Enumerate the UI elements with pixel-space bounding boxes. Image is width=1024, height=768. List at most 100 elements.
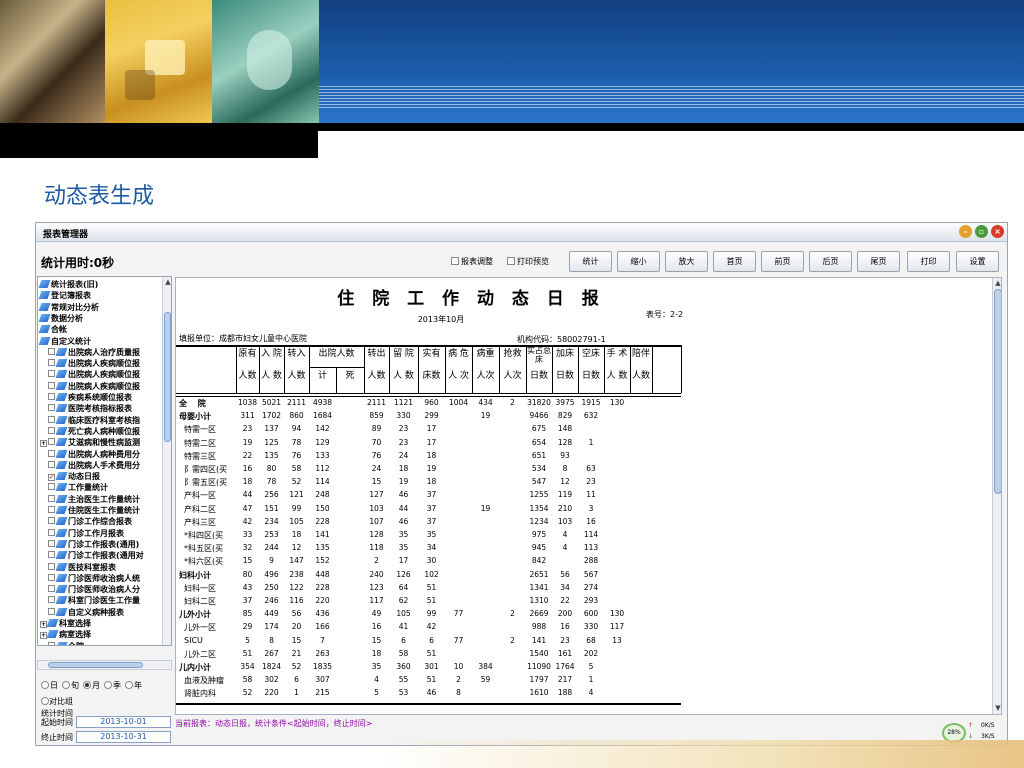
tree-item[interactable]: 合帐 <box>38 324 67 335</box>
tree-item[interactable]: 死亡病人病种顺位报 <box>48 426 140 437</box>
tree-item[interactable]: 主治医生工作量统计 <box>48 494 140 505</box>
tree-item[interactable]: 数据分析 <box>38 313 83 324</box>
tree-checkbox[interactable] <box>48 641 55 645</box>
tree-item[interactable]: 疾病系统顺位报表 <box>48 392 132 403</box>
tree-checkbox[interactable] <box>48 438 55 446</box>
tree-checkbox[interactable] <box>48 528 55 536</box>
tree-checkbox[interactable] <box>48 426 55 434</box>
tree-checkbox[interactable] <box>48 460 55 468</box>
radio-icon[interactable] <box>83 681 91 689</box>
last-page-button[interactable]: 尾页 <box>857 251 900 272</box>
tree-item[interactable]: 常规对比分析 <box>38 302 99 313</box>
tree-item[interactable]: 门诊工作报表(通用) <box>48 539 139 550</box>
period-option-2[interactable]: 月 <box>83 681 100 690</box>
tree-checkbox[interactable]: ✓ <box>48 474 55 482</box>
tree-item[interactable]: + 病室选择 <box>40 629 91 640</box>
tree-item[interactable]: 登记簿报表 <box>38 290 91 301</box>
tree-item[interactable]: 出院病人病种费用分 <box>48 449 140 460</box>
tree-checkbox[interactable] <box>48 404 55 412</box>
print-button[interactable]: 打印 <box>907 251 950 272</box>
tree-item[interactable]: 科室门诊医生工作量 <box>48 595 140 606</box>
tree-checkbox[interactable] <box>48 573 55 581</box>
zoom-in-button[interactable]: 放大 <box>665 251 708 272</box>
tree-item[interactable]: 统计报表(旧) <box>38 279 98 290</box>
tree-item[interactable]: 医技科室报表 <box>48 562 116 573</box>
tree-checkbox[interactable] <box>48 562 55 570</box>
tree-scroll-thumb[interactable] <box>164 312 171 442</box>
tree-item[interactable]: 出院病人治疗质量报 <box>48 347 140 358</box>
close-icon[interactable]: × <box>991 225 1004 238</box>
report-folder-icon <box>38 313 51 322</box>
tree-item[interactable]: 出院病人疾病顺位报 <box>48 381 140 392</box>
period-option-3[interactable]: 季 <box>104 681 121 690</box>
tree-hscroll-thumb[interactable] <box>48 662 143 668</box>
tree-checkbox[interactable] <box>48 517 55 525</box>
tree-item[interactable]: 临床医疗科室考核指 <box>48 415 140 426</box>
tree-checkbox[interactable] <box>48 483 55 491</box>
period-option-1[interactable]: 旬 <box>62 681 79 690</box>
radio-icon[interactable] <box>41 681 49 689</box>
tree-checkbox[interactable] <box>48 381 55 389</box>
scroll-up-icon[interactable]: ▲ <box>164 278 171 287</box>
tree-checkbox[interactable] <box>48 370 55 378</box>
tree-item[interactable]: 门诊工作综合报表 <box>48 516 132 527</box>
window-titlebar[interactable]: 报表管理器 – ▫ × <box>36 223 1007 242</box>
tree-item[interactable]: 自定义统计 <box>38 336 91 347</box>
tree-item[interactable]: 门诊医师收治病人统 <box>48 573 140 584</box>
tree-item[interactable]: 门诊工作月报表 <box>48 528 124 539</box>
tree-checkbox[interactable] <box>48 585 55 593</box>
start-date-input[interactable]: 2013-10-01 <box>76 716 171 728</box>
report-vertical-scrollbar[interactable]: ▲ ▼ <box>992 278 1001 714</box>
tree-checkbox[interactable] <box>48 494 55 502</box>
first-page-button[interactable]: 首页 <box>713 251 756 272</box>
tree-item[interactable]: 住院医生工作量统计 <box>48 505 140 516</box>
tree-checkbox[interactable] <box>48 415 55 423</box>
zoom-out-button[interactable]: 缩小 <box>617 251 660 272</box>
scroll-down-icon[interactable]: ▼ <box>994 704 1001 713</box>
next-page-button[interactable]: 后页 <box>809 251 852 272</box>
tree-item[interactable]: 医院考核指标报表 <box>48 403 132 414</box>
preview-checkbox[interactable]: 打印预览 <box>507 256 549 267</box>
report-scroll-thumb[interactable] <box>994 289 1001 494</box>
tree-checkbox[interactable] <box>48 347 55 355</box>
tree-item[interactable]: ✓ 动态日报 <box>48 471 100 482</box>
stats-button[interactable]: 统计 <box>569 251 612 272</box>
minimize-icon[interactable]: – <box>959 225 972 238</box>
maximize-icon[interactable]: ▫ <box>975 225 988 238</box>
period-option-0[interactable]: 日 <box>41 681 58 690</box>
tree-item[interactable]: 全院 <box>48 641 84 645</box>
tree-checkbox[interactable] <box>48 539 55 547</box>
tree-checkbox[interactable] <box>48 596 55 604</box>
tree-checkbox[interactable] <box>48 393 55 400</box>
tree-item[interactable]: 门诊工作报表(通用对 <box>48 550 144 561</box>
radio-icon[interactable] <box>62 681 70 689</box>
radio-icon[interactable] <box>125 681 133 689</box>
tree-checkbox[interactable] <box>48 551 55 559</box>
tree-item[interactable]: 出院病人手术费用分 <box>48 460 140 471</box>
tree-item[interactable]: 门诊医师收治病人分 <box>48 584 140 595</box>
tree-item[interactable]: 自定义病种报表 <box>48 607 124 618</box>
tree-vertical-scrollbar[interactable]: ▲ <box>162 277 171 645</box>
compare-group-radio[interactable]: 对比组 <box>41 696 73 707</box>
table-cell: 13 <box>612 635 622 645</box>
tree-item[interactable]: 工作量统计 <box>48 482 108 493</box>
end-date-input[interactable]: 2013-10-31 <box>76 731 171 743</box>
tree-item[interactable]: 出院病人疾病顺位报 <box>48 358 140 369</box>
period-option-4[interactable]: 年 <box>125 681 142 690</box>
scroll-up-icon[interactable]: ▲ <box>994 279 1001 288</box>
tree-checkbox[interactable] <box>48 449 55 457</box>
tree-item[interactable]: 出院病人疾病顺位报 <box>48 369 140 380</box>
tree-item[interactable]: + 科室选择 <box>40 618 91 629</box>
tree-checkbox[interactable] <box>48 607 55 615</box>
adjust-checkbox[interactable]: 报表调整 <box>451 256 493 267</box>
tree-horizontal-scrollbar[interactable] <box>37 660 172 670</box>
settings-button[interactable]: 设置 <box>956 251 999 272</box>
tree-checkbox[interactable] <box>48 359 55 367</box>
prev-page-button[interactable]: 前页 <box>761 251 804 272</box>
report-folder-icon <box>46 619 59 627</box>
expand-icon[interactable]: + <box>40 440 47 448</box>
tree-checkbox[interactable] <box>48 506 55 513</box>
expand-icon[interactable]: + <box>40 632 47 640</box>
radio-icon[interactable] <box>104 681 112 689</box>
tree-item[interactable]: + 艾滋病和慢性病监测 <box>40 437 140 448</box>
